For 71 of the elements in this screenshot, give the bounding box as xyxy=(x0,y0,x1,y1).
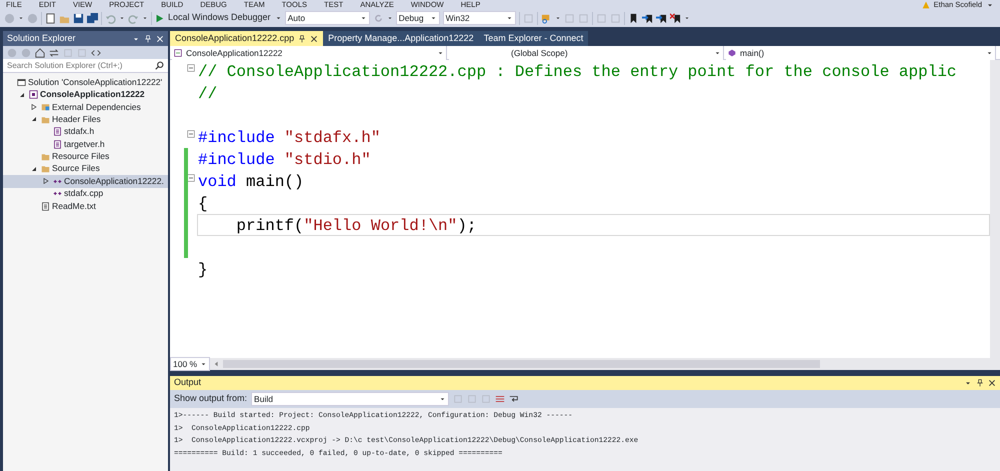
folder-icon xyxy=(41,114,50,124)
platform-dropdown[interactable]: Win32 xyxy=(442,11,516,25)
word-wrap-icon[interactable] xyxy=(509,394,520,404)
new-project-icon[interactable] xyxy=(45,12,56,24)
scroll-left-icon[interactable] xyxy=(213,360,220,368)
tree-item[interactable]: ConsoleApplication12222 xyxy=(3,88,168,101)
panel-title: Output xyxy=(174,376,202,390)
vertical-scrollbar[interactable] xyxy=(990,60,1000,358)
navigation-dropdown[interactable]: (Global Scope) xyxy=(449,46,724,60)
debugger-button[interactable]: Local Windows Debugger xyxy=(155,11,282,25)
search-icon[interactable] xyxy=(155,61,164,70)
code-line: } xyxy=(197,260,209,280)
collapse-icon[interactable] xyxy=(187,130,195,138)
text-file-icon xyxy=(41,202,50,211)
navigation-dropdown[interactable]: main() xyxy=(726,46,996,60)
horizontal-scrollbar[interactable] xyxy=(223,360,820,368)
target-dropdown[interactable]: Auto xyxy=(284,11,370,25)
close-icon[interactable] xyxy=(310,34,318,42)
code-line: void main() xyxy=(197,172,305,192)
output-source-label: Show output from: xyxy=(174,392,248,406)
method-icon xyxy=(728,48,736,56)
code-line: { xyxy=(197,194,209,214)
pin-icon[interactable] xyxy=(298,34,306,42)
collapsed-arrow-icon[interactable] xyxy=(43,178,49,184)
save-all-icon[interactable] xyxy=(87,12,98,24)
tree-item[interactable]: Solution 'ConsoleApplication12222' xyxy=(3,76,168,88)
expanded-arrow-icon[interactable] xyxy=(31,116,37,122)
clear-bookmarks-icon[interactable] xyxy=(670,12,681,24)
search-field[interactable]: Search Solution Explorer (Ctrl+;) xyxy=(3,59,168,73)
tree-item[interactable]: stdafx.h xyxy=(3,126,168,138)
collapse-icon[interactable] xyxy=(187,64,195,72)
close-icon[interactable] xyxy=(988,379,996,387)
tree-item[interactable]: Source Files xyxy=(3,162,168,176)
code-line: #include "stdio.h" xyxy=(197,150,372,170)
references-icon xyxy=(41,102,50,112)
code-line: // xyxy=(197,84,218,104)
collapsed-arrow-icon[interactable] xyxy=(31,104,37,110)
expanded-arrow-icon[interactable] xyxy=(31,166,37,172)
code-icon[interactable] xyxy=(91,48,101,58)
header-file-icon xyxy=(53,140,62,149)
header-file-icon xyxy=(53,127,62,136)
editor-tab[interactable]: Team Explorer - Connect xyxy=(478,31,588,46)
tree-item[interactable]: stdafx.cpp xyxy=(3,188,168,200)
zoom-dropdown[interactable]: 100 % xyxy=(170,357,210,371)
tree-item[interactable]: ConsoleApplication12222. xyxy=(3,175,168,188)
panel-title: Solution Explorer xyxy=(7,32,76,45)
tree-item[interactable]: ReadMe.txt xyxy=(3,200,168,212)
project-icon xyxy=(29,90,38,100)
sync-icon[interactable] xyxy=(49,48,59,58)
next-bookmark-icon[interactable] xyxy=(656,12,667,24)
editor-tab[interactable]: Property Manage...Application12222 xyxy=(323,31,479,46)
previous-bookmark-icon[interactable] xyxy=(642,12,653,24)
play-icon xyxy=(155,14,164,22)
clear-all-icon[interactable] xyxy=(495,394,506,404)
code-line: #include "stdafx.h" xyxy=(197,128,382,148)
editor-tab[interactable]: ConsoleApplication12222.cpp xyxy=(170,31,324,46)
code-line: // ConsoleApplication12222.cpp : Defines the entry point for the console applic xyxy=(197,62,958,82)
solution-icon xyxy=(17,78,26,87)
save-icon[interactable] xyxy=(73,12,84,24)
file-icon xyxy=(174,48,182,56)
tree-item[interactable]: External Dependencies xyxy=(3,100,168,114)
expanded-arrow-icon[interactable] xyxy=(19,92,25,98)
pin-icon[interactable] xyxy=(976,379,984,387)
output-source-dropdown[interactable]: Build xyxy=(251,392,450,406)
tree-item[interactable]: targetver.h xyxy=(3,138,168,150)
configuration-dropdown[interactable]: Debug xyxy=(396,11,440,25)
navigation-dropdown[interactable]: ConsoleApplication12222 xyxy=(172,46,447,60)
find-icon[interactable] xyxy=(540,12,552,24)
tree-item[interactable]: Resource Files xyxy=(3,150,168,163)
home-icon[interactable] xyxy=(35,48,45,58)
tree-item[interactable]: Header Files xyxy=(3,113,168,126)
